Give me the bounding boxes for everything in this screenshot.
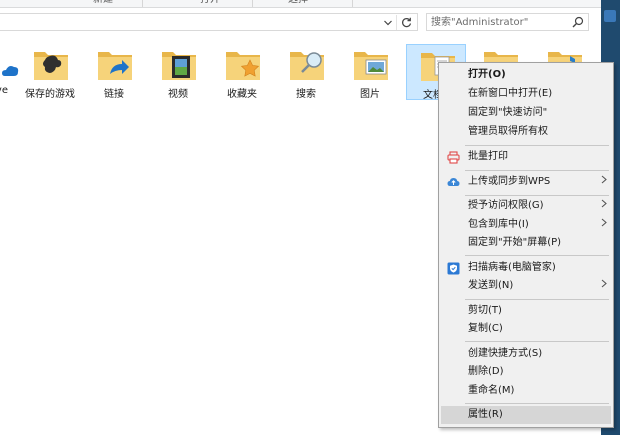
folder-videos-icon — [162, 52, 196, 80]
file-label: 收藏夹 — [227, 89, 257, 100]
folder-search-icon — [290, 52, 324, 80]
shield-icon — [447, 262, 460, 275]
file-label: 保存的游戏 — [25, 89, 75, 100]
ribbon-group-select: 选择 — [288, 0, 308, 6]
file-label: ve — [0, 85, 8, 96]
file-label: 搜索 — [296, 89, 316, 100]
menu-item-rename[interactable]: 重命名(M) — [441, 382, 611, 400]
context-menu: 打开(O) 在新窗口中打开(E) 固定到"快速访问" 管理员取得所有权 批量打印… — [438, 62, 614, 428]
folder-saved-games-icon — [34, 52, 68, 80]
folder-links-icon — [98, 52, 132, 80]
cloud-folder-icon — [2, 66, 19, 76]
menu-item-grant-access[interactable]: 授予访问权限(G) — [441, 197, 611, 215]
refresh-icon — [401, 17, 411, 28]
menu-item-batch-print[interactable]: 批量打印 — [441, 148, 611, 166]
file-item-pictures[interactable]: 图片 — [340, 44, 400, 100]
menu-separator — [465, 145, 609, 146]
file-label: 视频 — [168, 89, 188, 100]
menu-item-send-to[interactable]: 发送到(N) — [441, 277, 611, 295]
menu-item-cut[interactable]: 剪切(T) — [441, 302, 611, 320]
menu-item-upload-wps[interactable]: 上传或同步到WPS — [441, 173, 611, 191]
menu-item-create-shortcut[interactable]: 创建快捷方式(S) — [441, 345, 611, 363]
file-item-links[interactable]: 链接 — [84, 44, 144, 100]
address-dropdown-button[interactable] — [381, 15, 395, 30]
file-item-favorites[interactable]: 收藏夹 — [212, 44, 272, 100]
address-bar[interactable] — [0, 13, 418, 31]
file-label: 链接 — [104, 89, 124, 100]
chevron-right-icon — [601, 216, 607, 234]
menu-item-delete[interactable]: 删除(D) — [441, 363, 611, 381]
chevron-down-icon — [384, 20, 392, 25]
menu-separator — [465, 170, 609, 171]
menu-separator — [465, 195, 609, 196]
menu-item-pin-quick-access[interactable]: 固定到"快速访问" — [441, 104, 611, 122]
ribbon-separator — [142, 0, 143, 7]
chevron-right-icon — [601, 277, 607, 295]
ribbon-group-new: 新建 — [93, 0, 113, 6]
chevron-right-icon — [601, 197, 607, 215]
file-item-saved-games[interactable]: 保存的游戏 — [20, 44, 80, 100]
menu-separator — [465, 403, 609, 404]
app-icon — [604, 10, 616, 22]
menu-separator — [465, 255, 609, 256]
cloud-upload-icon — [447, 176, 460, 189]
ribbon-separator — [352, 0, 353, 7]
ribbon-separator — [252, 0, 253, 7]
folder-pictures-icon — [354, 52, 388, 80]
file-item-searches[interactable]: 搜索 — [276, 44, 336, 100]
menu-item-copy[interactable]: 复制(C) — [441, 320, 611, 338]
printer-icon — [447, 151, 460, 164]
menu-item-properties[interactable]: 属性(R) — [441, 406, 611, 424]
chevron-right-icon — [601, 173, 607, 191]
menu-item-open[interactable]: 打开(O) — [441, 66, 611, 84]
menu-item-pin-start[interactable]: 固定到"开始"屏幕(P) — [441, 234, 611, 252]
menu-item-take-ownership[interactable]: 管理员取得所有权 — [441, 123, 611, 141]
menu-item-include-library[interactable]: 包含到库中(I) — [441, 216, 611, 234]
search-icon[interactable] — [572, 16, 584, 28]
file-label: 图片 — [360, 89, 380, 100]
ribbon-group-labels: 新建 打开 选择 — [0, 0, 601, 8]
menu-item-scan-virus[interactable]: 扫描病毒(电脑管家) — [441, 259, 611, 277]
ribbon-group-open: 打开 — [200, 0, 220, 6]
folder-favorites-icon — [226, 52, 260, 80]
menu-item-open-new-window[interactable]: 在新窗口中打开(E) — [441, 85, 611, 103]
search-box[interactable] — [426, 13, 589, 31]
file-item-videos[interactable]: 视频 — [148, 44, 208, 100]
refresh-button[interactable] — [396, 15, 415, 30]
search-input[interactable] — [427, 14, 567, 30]
menu-separator — [465, 299, 609, 300]
menu-separator — [465, 341, 609, 342]
